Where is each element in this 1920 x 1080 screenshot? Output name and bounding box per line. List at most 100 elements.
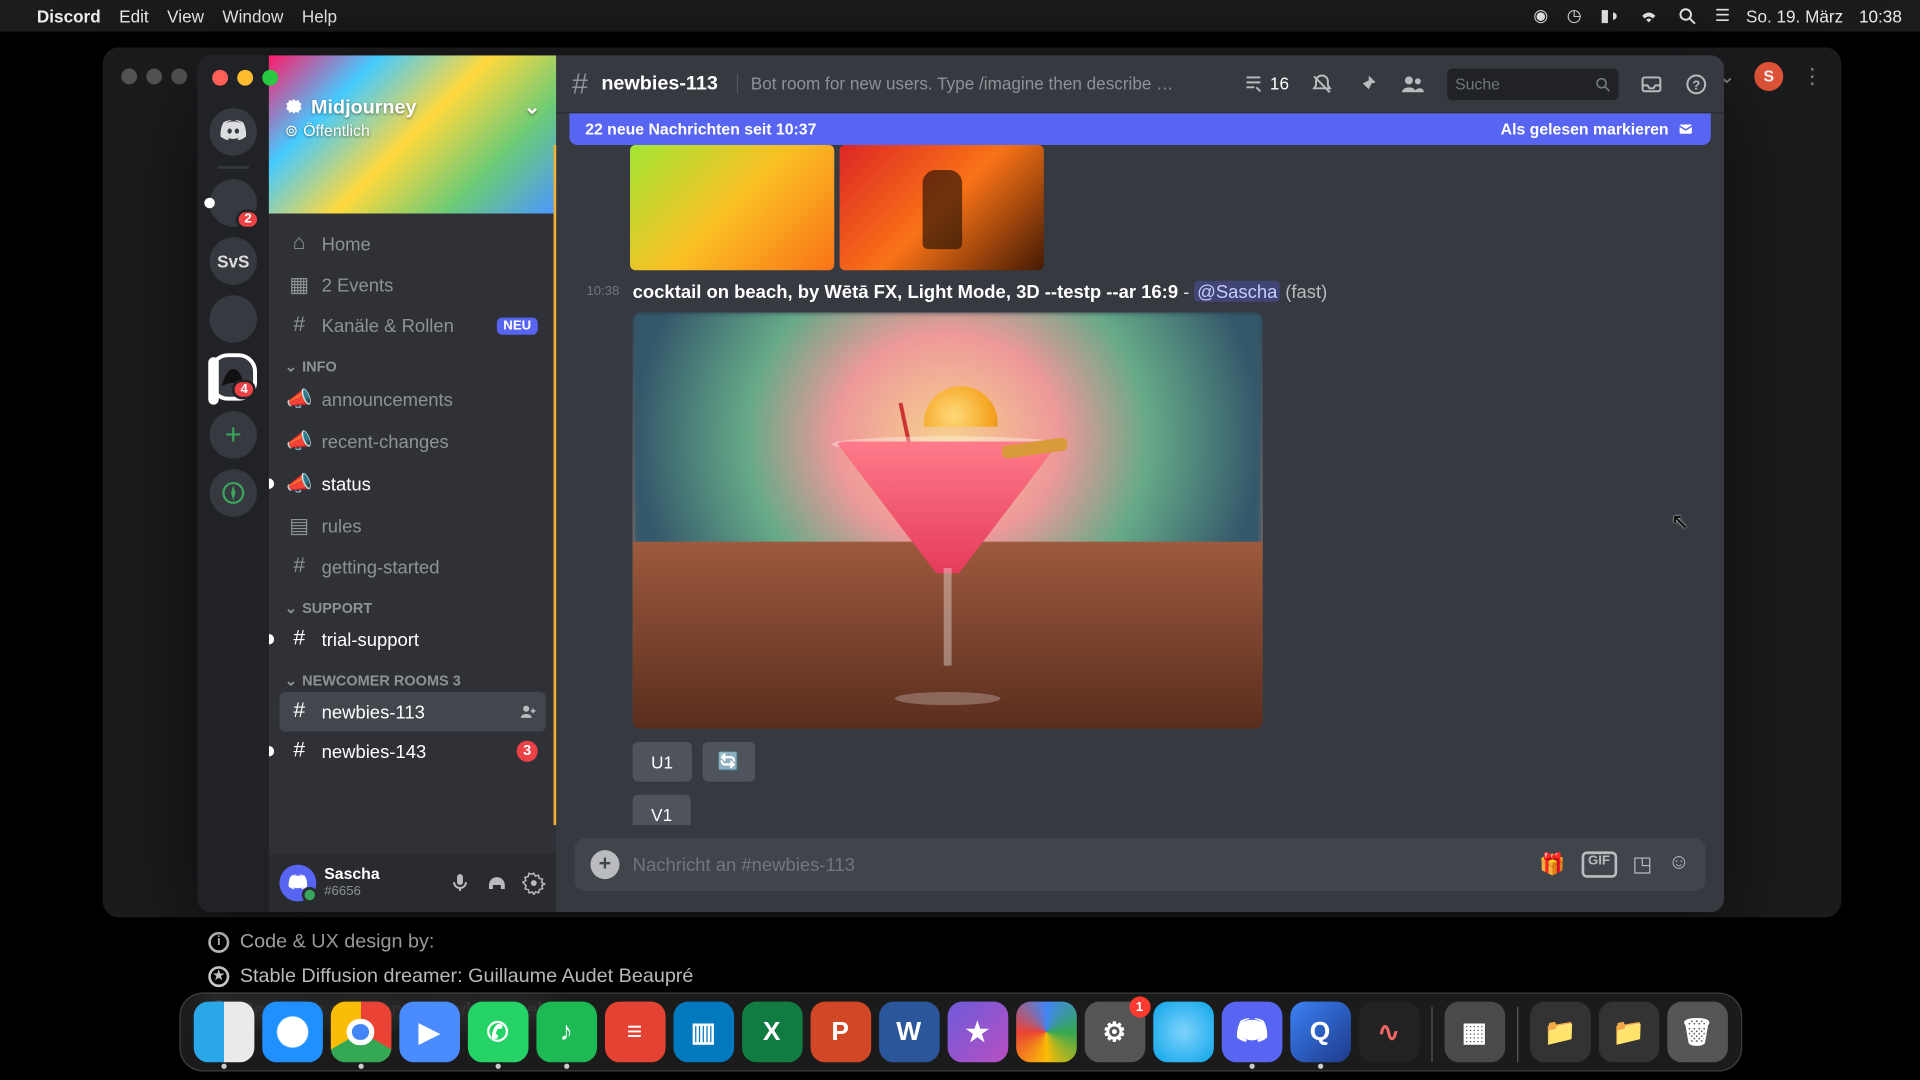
dock-quicktime[interactable]: Q xyxy=(1290,1002,1351,1063)
variation-1-button[interactable]: V1 xyxy=(633,795,691,825)
threads-icon[interactable]: 16 xyxy=(1241,72,1289,96)
status-search-icon[interactable] xyxy=(1678,7,1696,25)
dock-trash[interactable]: 🗑 xyxy=(1667,1002,1728,1063)
channel-announcements[interactable]: 📣announcements xyxy=(279,378,545,420)
menu-view[interactable]: View xyxy=(167,6,204,26)
sticker-icon[interactable]: ◳ xyxy=(1632,851,1652,877)
add-server-button[interactable]: + xyxy=(210,411,257,458)
message-input[interactable]: Nachricht an #newbies-113 xyxy=(633,854,1527,875)
server-midjourney-top[interactable]: 2 xyxy=(210,179,257,226)
browser-traffic-lights[interactable] xyxy=(121,69,187,85)
menu-help[interactable]: Help xyxy=(302,6,337,26)
previous-message-images[interactable] xyxy=(630,145,1705,270)
generated-image-thumb[interactable] xyxy=(630,145,834,270)
explore-servers-button[interactable] xyxy=(210,469,257,516)
add-person-icon[interactable] xyxy=(519,702,537,720)
gif-button[interactable]: GIF xyxy=(1581,851,1616,877)
dock-trello[interactable]: ▥ xyxy=(673,1002,734,1063)
message-input-bar: + Nachricht an #newbies-113 🎁 GIF ◳ ☺ xyxy=(575,838,1706,891)
dock-chrome[interactable] xyxy=(330,1002,391,1063)
category-info[interactable]: ⌄INFO xyxy=(279,345,545,378)
menu-edit[interactable]: Edit xyxy=(119,6,149,26)
channel-recent-changes[interactable]: 📣recent-changes xyxy=(279,420,545,462)
reroll-button[interactable]: 🔄 xyxy=(702,742,755,782)
dock-app[interactable] xyxy=(1153,1002,1214,1063)
status-clock-icon[interactable]: ◷ xyxy=(1567,5,1582,26)
window-maximize-icon[interactable] xyxy=(262,70,278,86)
browser-profile-avatar[interactable]: S xyxy=(1754,62,1783,91)
dock-safari[interactable] xyxy=(262,1002,323,1063)
category-newcomer[interactable]: ⌄NEWCOMER ROOMS 3 xyxy=(279,659,545,692)
user-name-block[interactable]: Sascha #6656 xyxy=(324,866,379,900)
channel-newbies-113[interactable]: #newbies-113 xyxy=(279,692,545,732)
emoji-icon[interactable]: ☺ xyxy=(1668,851,1690,877)
menubar-app[interactable]: Discord xyxy=(37,6,101,26)
mark-read-button[interactable]: Als gelesen markieren xyxy=(1501,120,1695,138)
sidebar-events[interactable]: ▦2 Events xyxy=(279,264,545,306)
dock-audio[interactable]: ∿ xyxy=(1358,1002,1419,1063)
window-close-icon[interactable] xyxy=(212,70,228,86)
dock-spotify[interactable]: ♪ xyxy=(536,1002,597,1063)
window-traffic-lights[interactable] xyxy=(212,70,278,86)
channel-topic[interactable]: Bot room for new users. Type /imagine th… xyxy=(736,74,1184,94)
user-avatar[interactable] xyxy=(279,865,316,902)
user-mention[interactable]: @Sascha xyxy=(1194,281,1280,302)
attach-button[interactable]: + xyxy=(590,850,619,879)
members-icon[interactable] xyxy=(1400,72,1426,96)
channel-status[interactable]: 📣status xyxy=(279,463,545,505)
generated-image-thumb[interactable] xyxy=(840,145,1044,270)
channel-rules[interactable]: ▤rules xyxy=(279,505,545,547)
dock-settings[interactable]: ⚙1 xyxy=(1084,1002,1145,1063)
status-battery-icon[interactable]: ▮◗ xyxy=(1600,5,1620,26)
status-control-icon[interactable]: ☰ xyxy=(1715,5,1730,26)
menubar-date[interactable]: So. 19. März xyxy=(1746,6,1843,26)
category-support[interactable]: ⌄SUPPORT xyxy=(279,587,545,620)
hash-icon: # xyxy=(287,627,311,651)
dock-todoist[interactable]: ≡ xyxy=(604,1002,665,1063)
upscale-1-button[interactable]: U1 xyxy=(633,742,692,782)
dock-whatsapp[interactable]: ✆ xyxy=(467,1002,528,1063)
deafen-icon[interactable] xyxy=(485,871,509,895)
browser-menu-icon[interactable]: ⋮ xyxy=(1802,63,1823,89)
menu-window[interactable]: Window xyxy=(222,6,283,26)
sidebar-roles[interactable]: #Kanäle & RollenNEU xyxy=(279,306,545,346)
dock-folder[interactable]: 📁 xyxy=(1598,1002,1659,1063)
discord-home-button[interactable] xyxy=(210,108,257,155)
dock-drive[interactable] xyxy=(1016,1002,1077,1063)
dock-app-generic[interactable]: ▦ xyxy=(1444,1002,1505,1063)
inbox-icon[interactable] xyxy=(1640,72,1664,96)
message-list[interactable]: 10:38 cocktail on beach, by Wētā FX, Lig… xyxy=(554,145,1724,825)
server-midjourney-active[interactable]: 4 xyxy=(210,353,257,400)
channel-getting-started[interactable]: #getting-started xyxy=(279,547,545,587)
channel-trial-support[interactable]: #trial-support xyxy=(279,619,545,659)
dock-imovie[interactable]: ★ xyxy=(947,1002,1008,1063)
menubar-time[interactable]: 10:38 xyxy=(1859,6,1902,26)
mute-mic-icon[interactable] xyxy=(448,871,472,895)
search-input[interactable]: Suche xyxy=(1447,68,1618,100)
dock-zoom[interactable]: ▶ xyxy=(399,1002,460,1063)
sidebar-home[interactable]: ⌂Home xyxy=(279,224,545,264)
channel-newbies-143[interactable]: #newbies-1433 xyxy=(279,731,545,771)
dock-excel[interactable]: X xyxy=(741,1002,802,1063)
dock-powerpoint[interactable]: P xyxy=(810,1002,871,1063)
status-record-icon[interactable]: ◉ xyxy=(1533,5,1548,26)
channel-list: ⌂Home ▦2 Events #Kanäle & RollenNEU ⌄INF… xyxy=(269,214,556,855)
dock-finder[interactable] xyxy=(193,1002,254,1063)
dock-discord[interactable] xyxy=(1221,1002,1282,1063)
server-dropdown-icon[interactable]: ⌄ xyxy=(524,95,541,119)
new-messages-text: 22 neue Nachrichten seit 10:37 xyxy=(585,120,816,138)
gift-icon[interactable]: 🎁 xyxy=(1539,851,1565,877)
new-messages-bar[interactable]: 22 neue Nachrichten seit 10:37 Als geles… xyxy=(569,113,1710,145)
help-icon[interactable]: ? xyxy=(1684,72,1708,96)
generated-image[interactable] xyxy=(633,312,1263,728)
pins-icon[interactable] xyxy=(1355,72,1379,96)
status-wifi-icon[interactable] xyxy=(1638,8,1659,24)
dock-folder[interactable]: 📁 xyxy=(1530,1002,1591,1063)
notifications-icon[interactable] xyxy=(1310,72,1334,96)
server-svs[interactable]: SvS xyxy=(210,237,257,284)
server-other[interactable] xyxy=(210,295,257,342)
settings-icon[interactable] xyxy=(522,871,546,895)
server-banner[interactable]: Midjourney ⌄ ⊚Öffentlich xyxy=(269,55,556,213)
dock-word[interactable]: W xyxy=(878,1002,939,1063)
window-minimize-icon[interactable] xyxy=(237,70,253,86)
